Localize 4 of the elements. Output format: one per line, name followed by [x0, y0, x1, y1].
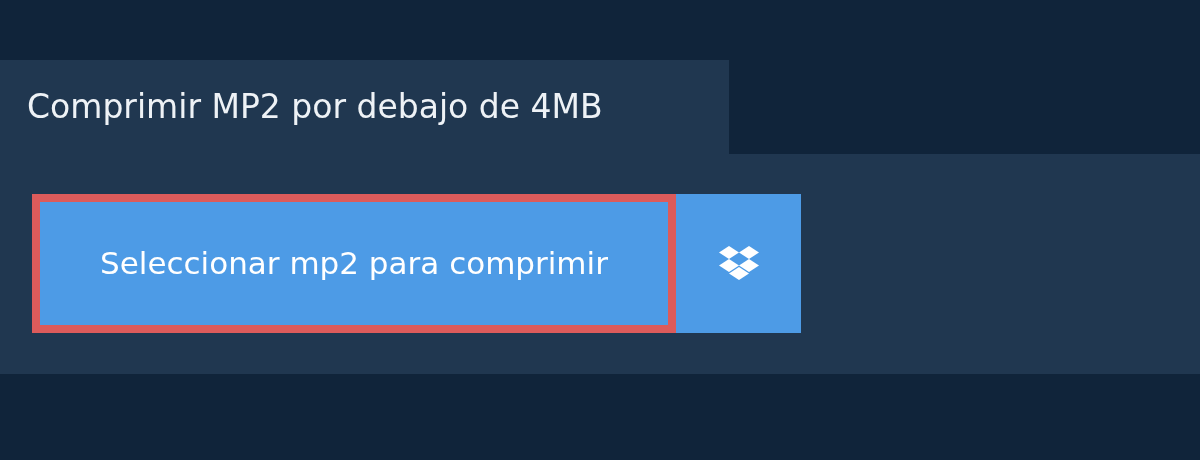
boxes-button[interactable] — [676, 194, 801, 333]
boxes-icon — [717, 245, 760, 282]
select-file-button[interactable]: Seleccionar mp2 para comprimir — [32, 194, 676, 333]
tab-title: Comprimir MP2 por debajo de 4MB — [0, 60, 729, 154]
